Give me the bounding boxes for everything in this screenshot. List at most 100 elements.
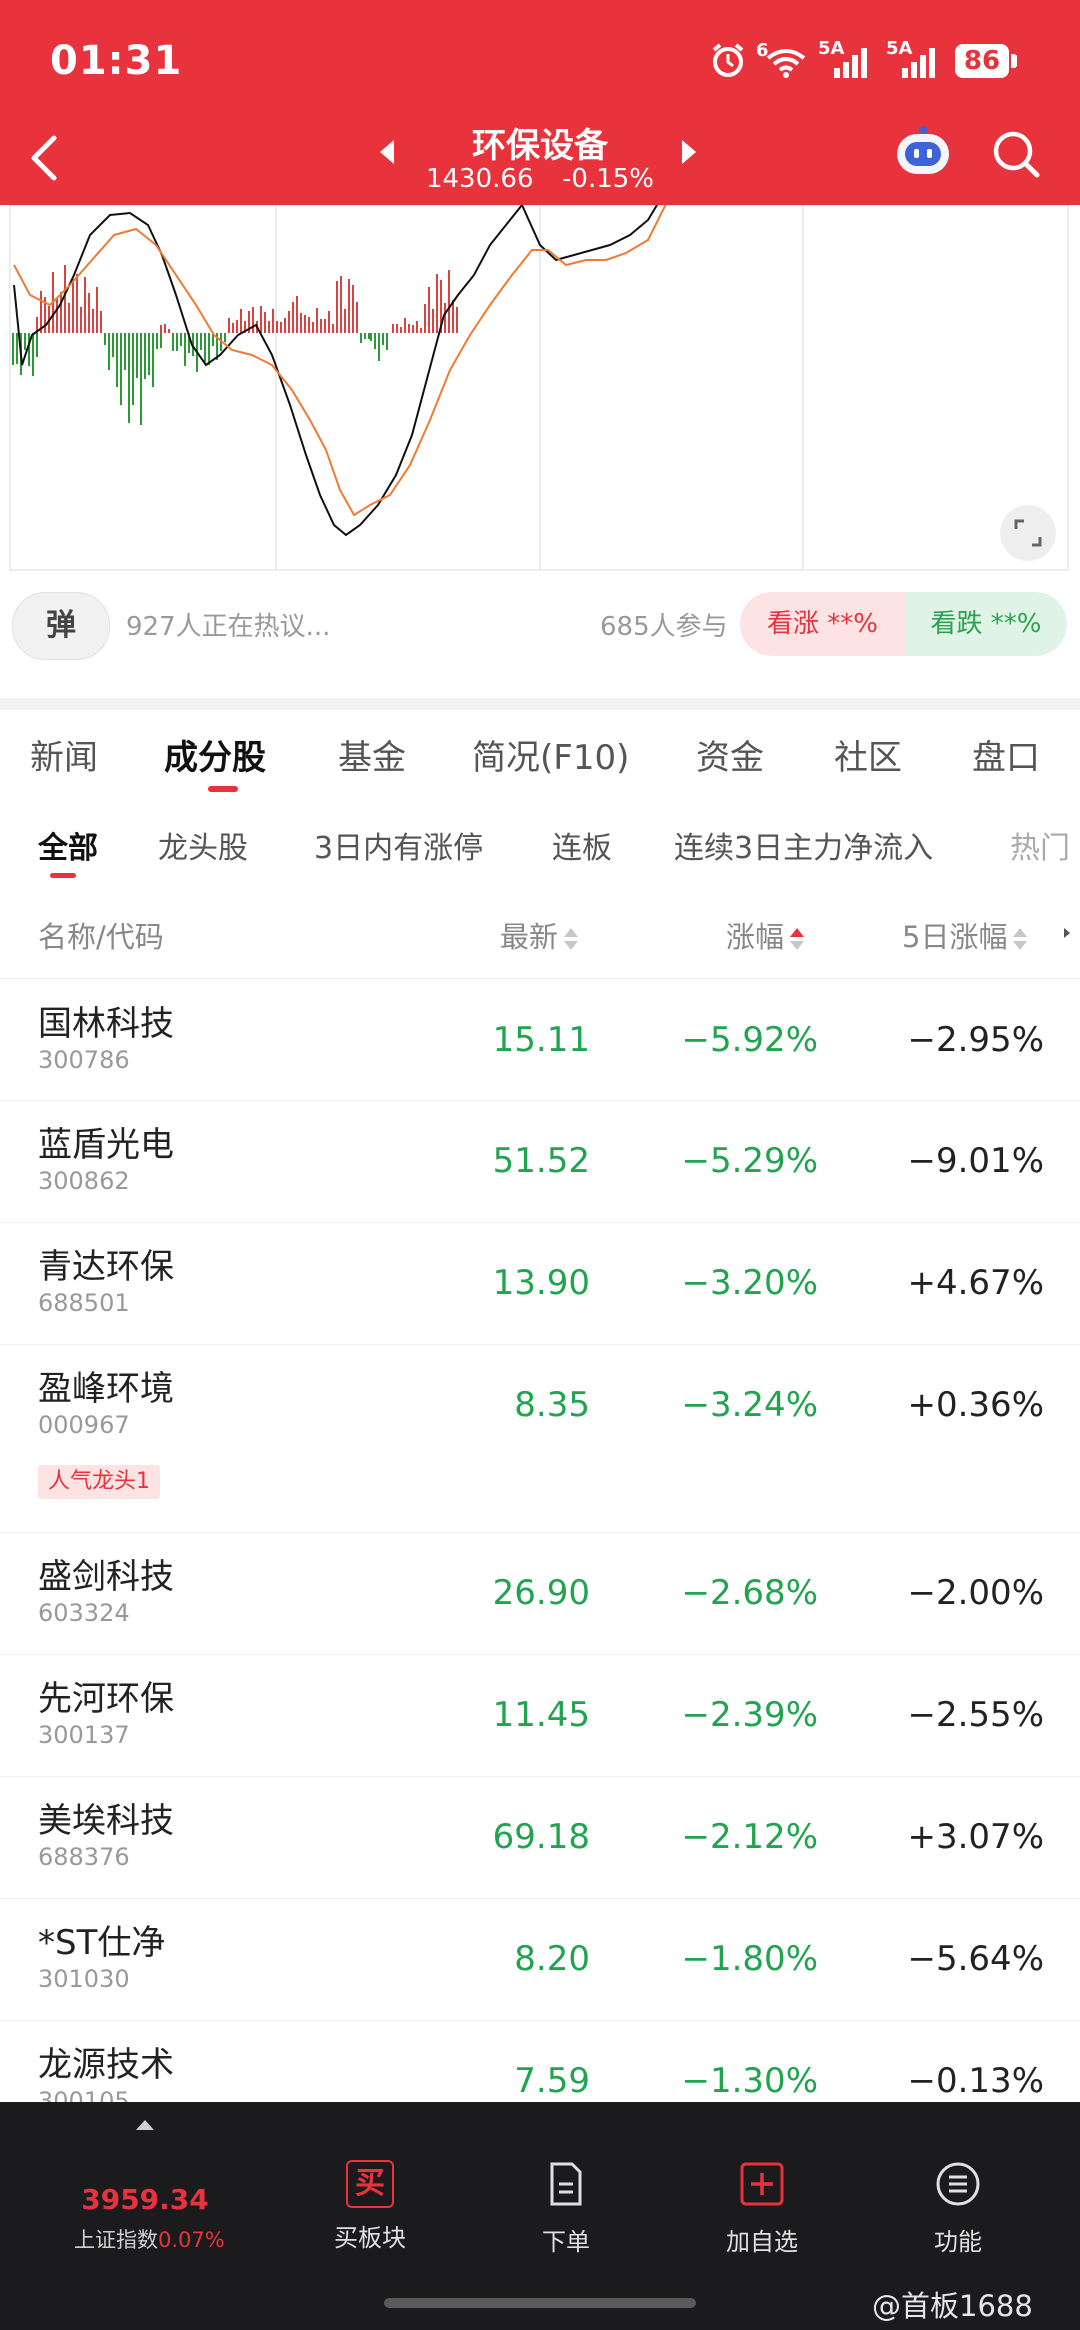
hot-discussion-text[interactable]: 927人正在热议... bbox=[126, 606, 330, 643]
scroll-right-icon[interactable] bbox=[1062, 926, 1072, 940]
active-subtab-indicator bbox=[50, 873, 76, 878]
indicator-bar bbox=[272, 309, 274, 333]
indicator-bar bbox=[136, 333, 138, 378]
tab-community[interactable]: 社区 bbox=[834, 730, 902, 779]
indicator-bar bbox=[264, 312, 266, 333]
market-index-label[interactable]: 上证指数0.07% bbox=[74, 2224, 225, 2254]
subtab-all[interactable]: 全部 bbox=[38, 823, 98, 867]
stock-row[interactable]: 美埃科技 688376 69.18 −2.12% +3.07% bbox=[0, 1777, 1080, 1899]
stock-change: −2.39% bbox=[681, 1695, 819, 1735]
stock-row[interactable]: 盛剑科技 603324 26.90 −2.68% −2.00% bbox=[0, 1533, 1080, 1655]
indicator-bar bbox=[416, 321, 418, 333]
subtab-inflow-3d[interactable]: 连续3日主力净流入 bbox=[674, 823, 933, 867]
indicator-bar bbox=[12, 333, 14, 365]
tab-constituents[interactable]: 成分股 bbox=[164, 730, 266, 779]
indicator-bar bbox=[304, 315, 306, 333]
indicator-bar bbox=[156, 333, 158, 349]
stock-change: −2.12% bbox=[681, 1817, 819, 1857]
participants-count: 685人参与 bbox=[600, 612, 728, 642]
stock-change: −5.29% bbox=[681, 1141, 819, 1181]
stock-5day-change: −2.55% bbox=[907, 1695, 1045, 1735]
indicator-bar bbox=[164, 324, 166, 333]
stock-5day-change: −0.13% bbox=[907, 2061, 1045, 2101]
stock-row[interactable]: 青达环保 688501 13.90 −3.20% +4.67% bbox=[0, 1223, 1080, 1345]
indicator-chart[interactable] bbox=[0, 205, 1080, 575]
tab-profile-f10[interactable]: 简况(F10) bbox=[472, 730, 629, 779]
indicator-bar bbox=[180, 333, 182, 346]
search-icon[interactable] bbox=[990, 128, 1042, 180]
column-latest-price[interactable]: 最新 bbox=[500, 914, 579, 956]
indicator-bar bbox=[184, 333, 186, 366]
indicator-bar bbox=[84, 277, 86, 333]
expand-index-icon[interactable] bbox=[136, 2120, 154, 2130]
danmu-toggle-button[interactable]: 弹 bbox=[12, 592, 110, 660]
tab-news[interactable]: 新闻 bbox=[30, 730, 98, 779]
column-name-code: 名称/代码 bbox=[38, 920, 164, 954]
expand-chart-button[interactable] bbox=[1000, 505, 1056, 561]
indicator-bar bbox=[68, 303, 70, 333]
indicator-bar bbox=[336, 281, 338, 333]
indicator-bar bbox=[340, 276, 342, 333]
indicator-bar bbox=[132, 333, 134, 405]
tab-order-book[interactable]: 盘口 bbox=[972, 730, 1040, 779]
menu-icon bbox=[936, 2162, 980, 2206]
home-indicator[interactable] bbox=[384, 2298, 696, 2308]
battery-cap bbox=[1011, 54, 1017, 68]
indicator-bar bbox=[160, 325, 162, 333]
stock-name: 盛剑科技 bbox=[38, 1557, 174, 1597]
market-index-value[interactable]: 3959.34 bbox=[60, 2183, 230, 2216]
stock-name: 蓝盾光电 bbox=[38, 1125, 174, 1165]
indicator-bar bbox=[436, 274, 438, 333]
indicator-bar bbox=[160, 333, 162, 348]
indicator-bar bbox=[352, 285, 354, 333]
stock-row[interactable]: 国林科技 300786 15.11 −5.92% −2.95% bbox=[0, 980, 1080, 1101]
indicator-bar bbox=[252, 307, 254, 333]
indicator-bar bbox=[128, 333, 130, 423]
indicator-bar bbox=[296, 296, 298, 333]
subtab-hot[interactable]: 热门 bbox=[1010, 823, 1080, 867]
indicator-bar bbox=[360, 333, 362, 343]
indicator-bar bbox=[412, 325, 414, 333]
stock-row[interactable]: 先河环保 300137 11.45 −2.39% −2.55% bbox=[0, 1655, 1080, 1777]
stock-row[interactable]: 蓝盾光电 300862 51.52 −5.29% −9.01% bbox=[0, 1101, 1080, 1223]
indicator-bar bbox=[292, 302, 294, 333]
indicator-bar bbox=[168, 329, 170, 333]
stock-row[interactable]: 盈峰环境 000967 8.35 −3.24% +0.36% 人气龙头1 bbox=[0, 1345, 1080, 1533]
indicator-bar bbox=[120, 333, 122, 405]
column-change[interactable]: 涨幅 bbox=[726, 914, 805, 956]
tab-funds[interactable]: 基金 bbox=[338, 730, 406, 779]
nav-buy-sector[interactable]: 买 买板块 bbox=[300, 2160, 440, 2253]
robot-assistant-icon[interactable] bbox=[893, 126, 953, 178]
tab-capital[interactable]: 资金 bbox=[696, 730, 764, 779]
subtab-limit-up-3d[interactable]: 3日内有涨停 bbox=[314, 823, 483, 867]
indicator-bar bbox=[368, 333, 370, 339]
indicator-bar bbox=[396, 324, 398, 333]
nav-add-watchlist[interactable]: 加自选 bbox=[692, 2160, 832, 2257]
indicator-bar bbox=[28, 333, 30, 366]
indicator-bar bbox=[112, 333, 114, 357]
indicator-bar bbox=[88, 293, 90, 333]
indicator-bar bbox=[444, 303, 446, 333]
nav-functions[interactable]: 功能 bbox=[888, 2160, 1028, 2257]
vote-bearish-button[interactable]: 看跌 **% bbox=[905, 592, 1067, 656]
stock-price: 13.90 bbox=[492, 1263, 590, 1303]
indicator-bar bbox=[172, 333, 174, 351]
subtab-consecutive[interactable]: 连板 bbox=[552, 823, 612, 867]
stock-code: 300862 bbox=[38, 1167, 130, 1195]
indicator-bar bbox=[72, 279, 74, 333]
indicator-bar bbox=[92, 309, 94, 333]
stock-price: 8.35 bbox=[514, 1385, 590, 1425]
stock-5day-change: +0.36% bbox=[907, 1385, 1045, 1425]
stock-row[interactable]: 龙源技术 300105 7.59 −1.30% −0.13% bbox=[0, 2021, 1080, 2102]
nav-place-order[interactable]: 下单 bbox=[496, 2160, 636, 2257]
indicator-bar bbox=[392, 324, 394, 333]
stock-row[interactable]: *ST仕净 301030 8.20 −1.80% −5.64% bbox=[0, 1899, 1080, 2021]
indicator-bar bbox=[260, 306, 262, 333]
subtab-leaders[interactable]: 龙头股 bbox=[158, 823, 248, 867]
next-sector-button[interactable] bbox=[682, 140, 696, 164]
section-divider bbox=[0, 698, 1080, 710]
stock-code: 000967 bbox=[38, 1411, 130, 1439]
vote-bullish-button[interactable]: 看涨 **% bbox=[740, 592, 905, 656]
indicator-bar bbox=[382, 333, 384, 345]
column-5day-change[interactable]: 5日涨幅 bbox=[902, 914, 1028, 956]
